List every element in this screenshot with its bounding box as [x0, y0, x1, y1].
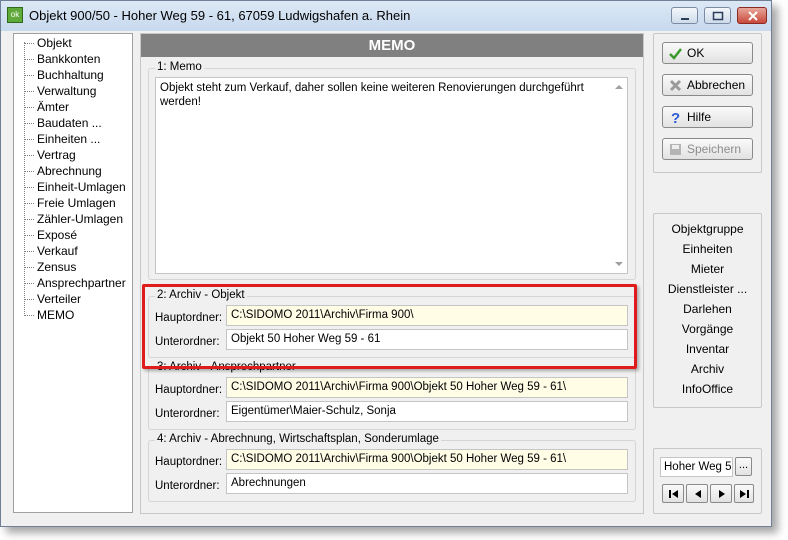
minimize-icon: [681, 18, 689, 20]
page-title: MEMO: [141, 34, 643, 57]
link-archiv[interactable]: Archiv: [653, 362, 762, 376]
previous-record-button[interactable]: [686, 484, 708, 503]
navigation-tree: Objekt Bankkonten Buchhaltung Verwaltung…: [13, 33, 133, 513]
tree-item-label: Ansprechpartner: [37, 276, 126, 290]
last-record-button[interactable]: [734, 484, 754, 503]
abrechnung-unterordner-field[interactable]: Abrechnungen: [226, 473, 628, 494]
close-icon: [748, 11, 758, 21]
archiv-abrechnung-legend: 4: Archiv - Abrechnung, Wirtschaftsplan,…: [155, 433, 441, 445]
unterordner-label: Unterordner:: [155, 480, 220, 492]
record-field[interactable]: Hoher Weg 59: [660, 457, 733, 477]
help-icon: ?: [671, 110, 680, 125]
previous-record-icon: [695, 490, 701, 498]
hauptordner-label: Hauptordner:: [155, 456, 223, 468]
memo-group-legend: 1: Memo: [155, 61, 204, 73]
memo-text: Objekt steht zum Verkauf, daher sollen k…: [160, 82, 584, 108]
highlight-box: [142, 284, 637, 369]
maximize-button[interactable]: [704, 7, 731, 24]
save-icon: [670, 144, 681, 155]
first-record-icon: [669, 490, 678, 498]
abrechnung-hauptordner-field[interactable]: C:\SIDOMO 2011\Archiv\Firma 900\Objekt 5…: [226, 449, 628, 470]
tree-item-label: Ämter: [37, 100, 70, 114]
ansprechpartner-hauptordner-field[interactable]: C:\SIDOMO 2011\Archiv\Firma 900\Objekt 5…: [226, 377, 628, 398]
tree-item-label: Verteiler: [37, 292, 82, 306]
svg-text:?: ?: [671, 110, 680, 125]
link-mieter[interactable]: Mieter: [653, 262, 762, 276]
tree-item-label: Zähler-Umlagen: [37, 212, 124, 226]
save-label: Speichern: [687, 142, 742, 156]
minimize-button[interactable]: [671, 7, 698, 24]
tree-item-label: Objekt: [37, 36, 72, 50]
tree-item-label: Exposé: [37, 228, 78, 242]
title-bar[interactable]: ok Objekt 900/50 - Hoher Weg 59 - 61, 67…: [1, 1, 771, 31]
tree-connector-line: [24, 42, 25, 316]
scroll-down-icon[interactable]: [615, 261, 623, 267]
link-darlehen[interactable]: Darlehen: [653, 302, 762, 316]
hauptordner-label: Hauptordner:: [155, 384, 223, 396]
ok-label: OK: [687, 46, 705, 60]
last-record-icon: [740, 490, 749, 498]
cancel-icon: [669, 79, 682, 92]
next-record-button[interactable]: [710, 484, 732, 503]
ok-button[interactable]: OK: [662, 42, 753, 64]
ansprechpartner-unterordner-field[interactable]: Eigentümer\Maier-Schulz, Sonja: [226, 401, 628, 422]
save-button[interactable]: Speichern: [662, 138, 753, 160]
tree-item-label: Verkauf: [37, 244, 78, 258]
cancel-button[interactable]: Abbrechen: [662, 74, 753, 96]
maximize-icon: [712, 11, 724, 21]
tree-item-label: Buchhaltung: [37, 68, 104, 82]
link-inventar[interactable]: Inventar: [653, 342, 762, 356]
tree-item-label: Bankkonten: [37, 52, 101, 66]
tree-item-label: Baudaten ...: [37, 116, 102, 130]
checkmark-icon: [669, 48, 682, 60]
tree-item-label: Abrechnung: [37, 164, 102, 178]
link-vorgaenge[interactable]: Vorgänge: [653, 322, 762, 336]
link-infooffice[interactable]: InfoOffice: [653, 382, 762, 396]
tree-item-label: Einheit-Umlagen: [37, 180, 126, 194]
help-label: Hilfe: [687, 110, 712, 124]
tree-item-label: MEMO: [37, 308, 75, 322]
app-icon[interactable]: ok: [7, 7, 23, 23]
cancel-label: Abbrechen: [687, 78, 746, 92]
next-record-icon: [719, 490, 725, 498]
link-einheiten[interactable]: Einheiten: [653, 242, 762, 256]
tree-item-label: Einheiten ...: [37, 132, 101, 146]
tree-item-label: Vertrag: [37, 148, 76, 162]
link-dienstleister[interactable]: Dienstleister ...: [653, 282, 762, 296]
tree-item-label: Freie Umlagen: [37, 196, 116, 210]
link-objektgruppe[interactable]: Objektgruppe: [653, 222, 762, 236]
scroll-up-icon[interactable]: [615, 84, 623, 90]
help-button[interactable]: ? Hilfe: [662, 106, 753, 128]
browse-button[interactable]: ...: [735, 457, 752, 476]
unterordner-label: Unterordner:: [155, 408, 220, 420]
tree-item-label: Zensus: [37, 260, 77, 274]
first-record-button[interactable]: [662, 484, 684, 503]
tree-item-label: Verwaltung: [37, 84, 97, 98]
window-title: Objekt 900/50 - Hoher Weg 59 - 61, 67059…: [29, 8, 411, 23]
memo-textarea[interactable]: Objekt steht zum Verkauf, daher sollen k…: [155, 77, 628, 274]
close-button[interactable]: [737, 7, 767, 24]
